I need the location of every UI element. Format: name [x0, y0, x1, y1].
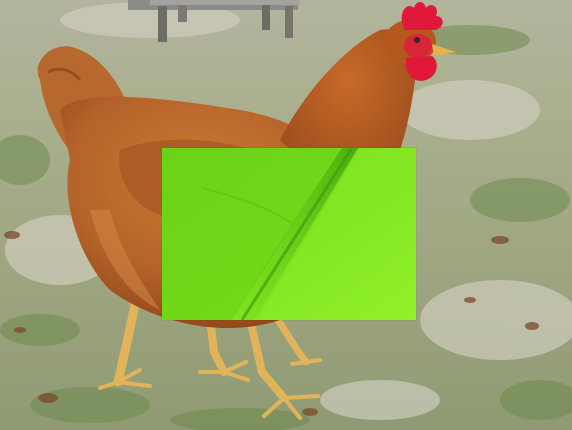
- green-occluder: [162, 148, 416, 320]
- photo-scene: [0, 0, 572, 430]
- chicken-eye: [414, 37, 420, 43]
- occluder-fill: [162, 148, 416, 320]
